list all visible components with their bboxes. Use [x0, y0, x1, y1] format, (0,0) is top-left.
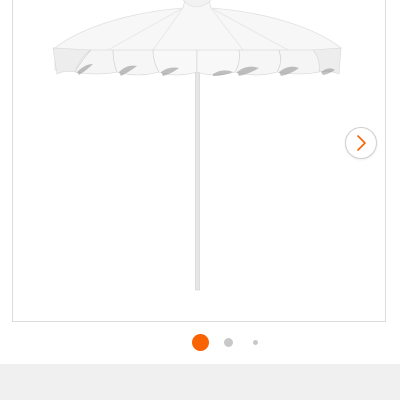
pagination-dot-1[interactable] — [192, 334, 209, 351]
chevron-right-icon — [357, 135, 366, 151]
product-image[interactable] — [13, 0, 386, 322]
carousel-pagination — [0, 332, 400, 354]
pagination-dot-2[interactable] — [224, 338, 233, 347]
next-image-button[interactable] — [345, 127, 377, 159]
section-divider — [0, 364, 400, 400]
pagination-dot-3[interactable] — [253, 340, 258, 345]
image-frame — [12, 0, 386, 322]
product-image-carousel — [0, 0, 400, 400]
umbrella-pole — [195, 67, 200, 291]
umbrella-valance — [52, 47, 342, 76]
